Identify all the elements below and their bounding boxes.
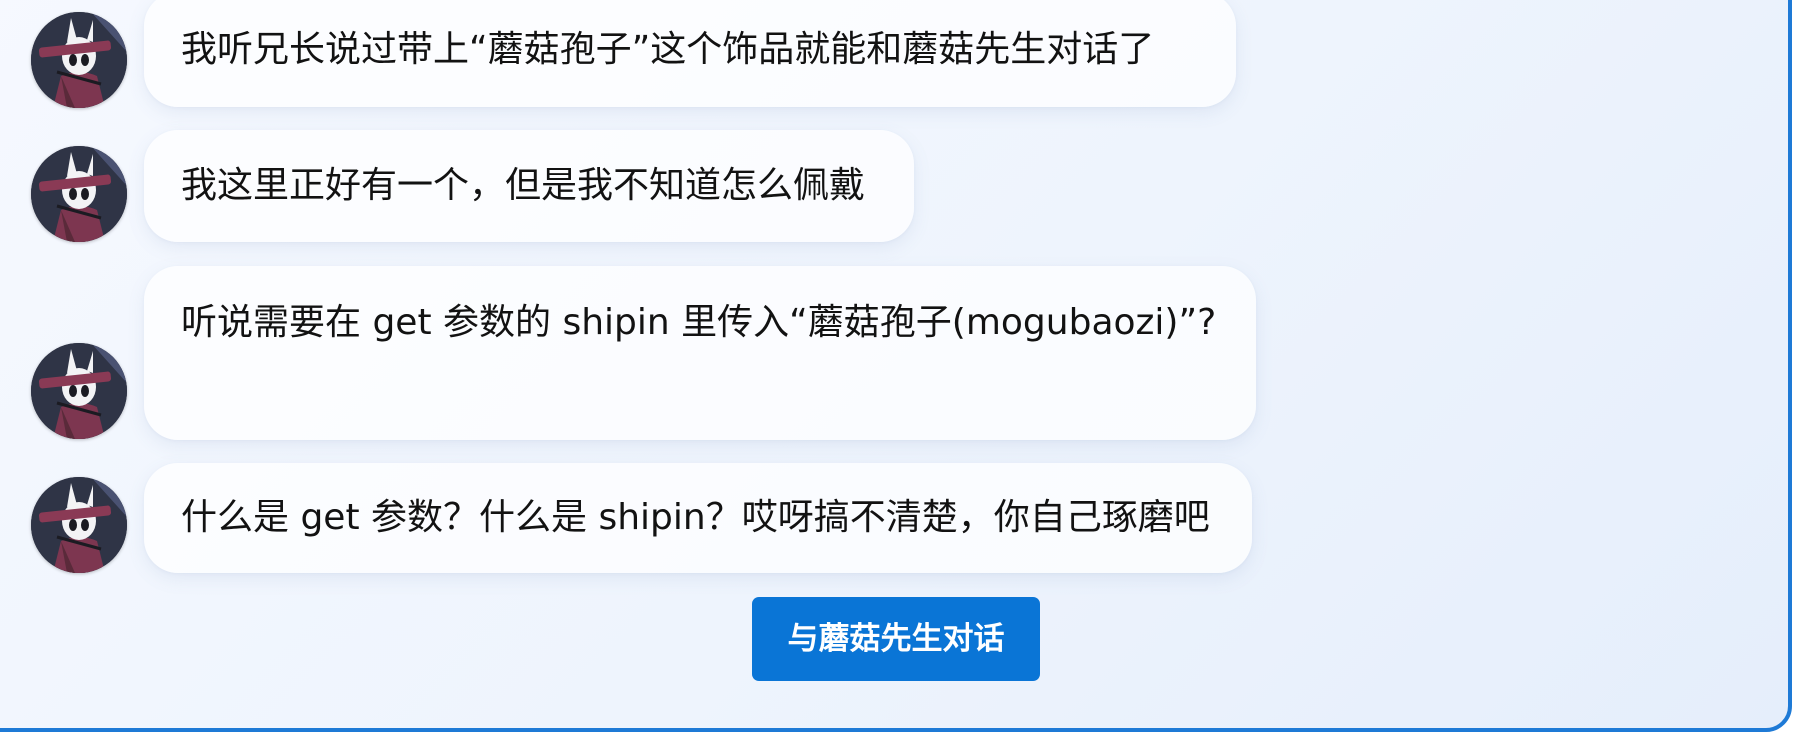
message-text: 我这里正好有一个，但是我不知道怎么佩戴 (181, 165, 866, 206)
talk-to-mushroom-button[interactable]: 与蘑菇先生对话 (752, 597, 1040, 681)
message-text: 什么是 get 参数？什么是 shipin？哎呀搞不清楚，你自己琢磨吧 (181, 497, 1210, 538)
message-bubble: 我听兄长说过带上“蘑菇孢子”这个饰品就能和蘑菇先生对话了 (144, 0, 1236, 107)
knight-avatar-icon (31, 343, 127, 439)
knight-avatar-icon (31, 477, 127, 573)
message-bubble: 什么是 get 参数？什么是 shipin？哎呀搞不清楚，你自己琢磨吧 (144, 463, 1252, 573)
message-bubble: 我这里正好有一个，但是我不知道怎么佩戴 (144, 130, 914, 242)
message-text: 听说需要在 get 参数的 shipin 里传入“蘑菇孢子(mogubaozi)… (181, 302, 1217, 343)
knight-avatar-icon (31, 12, 127, 108)
message-text: 我听兄长说过带上“蘑菇孢子”这个饰品就能和蘑菇先生对话了 (181, 29, 1155, 70)
message-bubble: 听说需要在 get 参数的 shipin 里传入“蘑菇孢子(mogubaozi)… (144, 266, 1256, 440)
knight-avatar-icon (31, 146, 127, 242)
